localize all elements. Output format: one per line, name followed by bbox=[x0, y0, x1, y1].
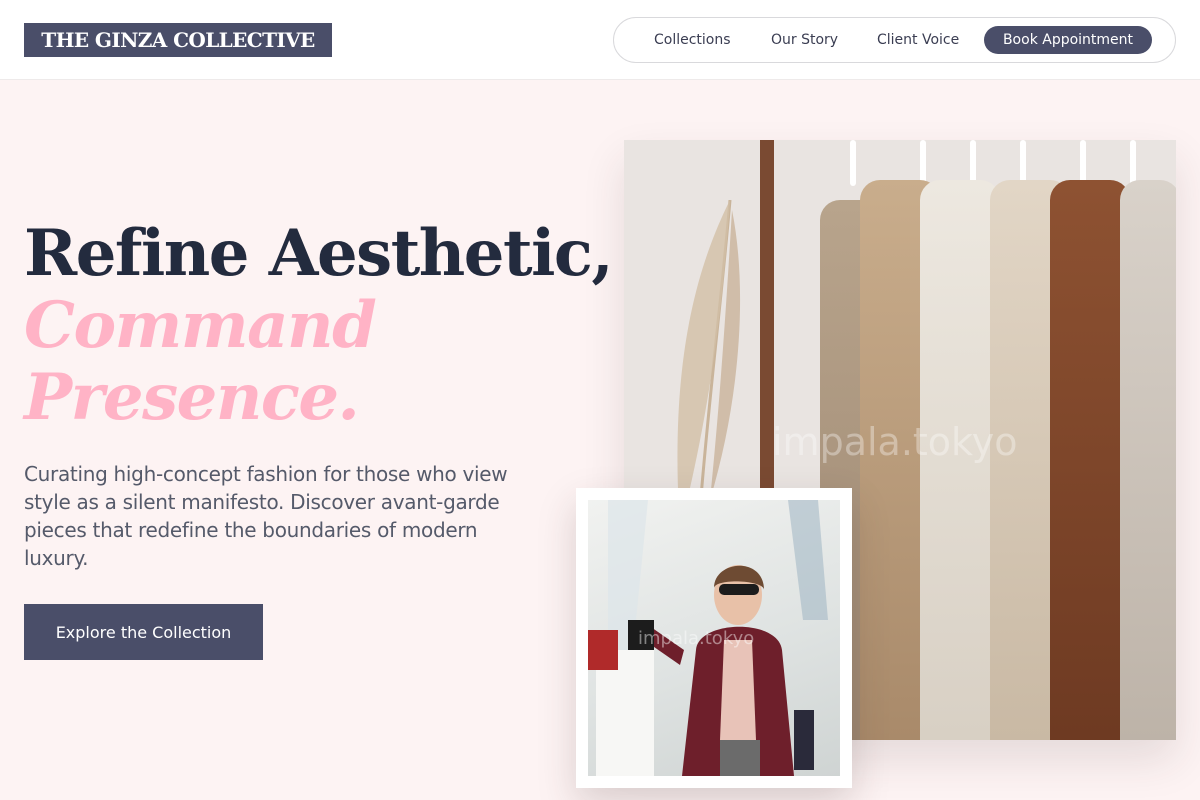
gray-knit-sweater bbox=[1120, 180, 1176, 740]
brand-logo[interactable]: THE GINZA COLLECTIVE bbox=[24, 23, 332, 57]
nav-link-client-voice[interactable]: Client Voice bbox=[877, 18, 959, 62]
inset-watermark: impala.tokyo bbox=[638, 628, 755, 649]
inset-photo-frame: impala.tokyo bbox=[576, 488, 852, 788]
rust-sweater bbox=[1050, 180, 1130, 740]
shopper-woman-photo: impala.tokyo bbox=[588, 500, 840, 776]
site-header: THE GINZA COLLECTIVE Collections Our Sto… bbox=[0, 0, 1200, 80]
hanger bbox=[850, 140, 856, 186]
hero-title-line-3: Presence. bbox=[24, 360, 360, 435]
main-nav: Collections Our Story Client Voice Book … bbox=[613, 17, 1176, 63]
nav-link-collections[interactable]: Collections bbox=[654, 18, 731, 62]
image-watermark: impala.tokyo bbox=[772, 420, 1018, 464]
hero-title-line-2: Command bbox=[24, 288, 377, 363]
book-appointment-button[interactable]: Book Appointment bbox=[984, 26, 1152, 54]
explore-collection-button[interactable]: Explore the Collection bbox=[24, 604, 263, 660]
hero-description: Curating high-concept fashion for those … bbox=[24, 462, 508, 570]
hero-title: Refine Aesthetic, Command Presence. bbox=[24, 216, 614, 435]
nav-link-our-story[interactable]: Our Story bbox=[771, 18, 838, 62]
hero-title-line-1: Refine Aesthetic, bbox=[24, 216, 614, 291]
hanger bbox=[1130, 140, 1136, 186]
